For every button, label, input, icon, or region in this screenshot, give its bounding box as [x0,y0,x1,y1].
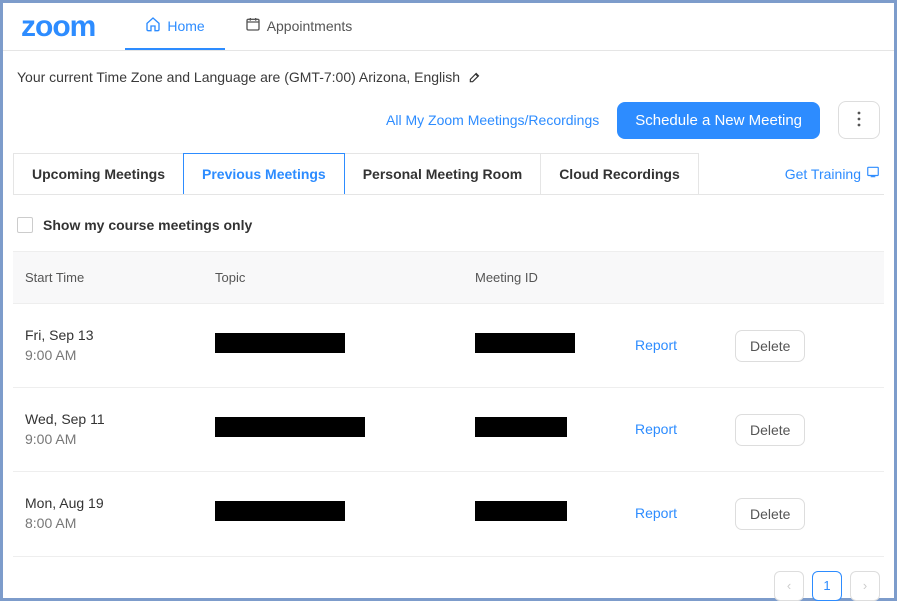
cell-start-time: Wed, Sep 11 9:00 AM [25,410,215,449]
redacted-meeting-id [475,417,567,437]
report-link[interactable]: Report [635,505,677,521]
table-row: Fri, Sep 13 9:00 AM Report Delete [13,304,884,388]
cell-topic [215,501,475,526]
meeting-subtabs: Upcoming Meetings Previous Meetings Pers… [13,153,884,195]
calendar-icon [245,16,261,35]
get-training-label: Get Training [785,166,861,182]
meeting-date: Fri, Sep 13 [25,326,215,346]
cell-meeting-id [475,417,635,442]
tab-upcoming-meetings[interactable]: Upcoming Meetings [13,153,184,194]
filter-row: Show my course meetings only [13,195,884,251]
tab-personal-meeting-room[interactable]: Personal Meeting Room [344,153,541,194]
page-next-button[interactable]: › [850,571,880,601]
edit-icon[interactable] [468,70,482,84]
meeting-date: Mon, Aug 19 [25,494,215,514]
chevron-left-icon: ‹ [787,578,791,593]
report-link[interactable]: Report [635,337,677,353]
schedule-meeting-button[interactable]: Schedule a New Meeting [617,102,820,139]
nav-tab-home[interactable]: Home [125,3,224,50]
nav-tabs: Home Appointments [125,3,372,50]
tab-cloud-recordings[interactable]: Cloud Recordings [540,153,699,194]
zoom-logo: zoom [21,10,95,44]
table-row: Mon, Aug 19 8:00 AM Report Delete [13,472,884,556]
delete-button[interactable]: Delete [735,498,805,530]
pagination: ‹ 1 › [13,557,884,615]
all-meetings-link[interactable]: All My Zoom Meetings/Recordings [386,112,599,128]
nav-tab-appointments[interactable]: Appointments [225,3,373,50]
col-start-time: Start Time [25,270,215,285]
meetings-table-header: Start Time Topic Meeting ID [13,251,884,304]
course-only-checkbox[interactable] [17,217,33,233]
cell-topic [215,417,475,442]
cell-start-time: Mon, Aug 19 8:00 AM [25,494,215,533]
chevron-right-icon: › [863,578,867,593]
cell-topic [215,333,475,358]
col-meeting-id: Meeting ID [475,270,635,285]
nav-tab-home-label: Home [167,18,204,34]
cell-start-time: Fri, Sep 13 9:00 AM [25,326,215,365]
redacted-topic [215,501,345,521]
timezone-language-info: Your current Time Zone and Language are … [13,51,884,91]
col-topic: Topic [215,270,475,285]
kebab-icon [852,111,866,130]
report-link[interactable]: Report [635,421,677,437]
cell-meeting-id [475,501,635,526]
actions-row: All My Zoom Meetings/Recordings Schedule… [13,91,884,153]
cell-meeting-id [475,333,635,358]
delete-button[interactable]: Delete [735,414,805,446]
page-prev-button[interactable]: ‹ [774,571,804,601]
get-training-link[interactable]: Get Training [785,165,884,182]
more-options-button[interactable] [838,101,880,139]
timezone-language-text: Your current Time Zone and Language are … [17,69,460,85]
page-number-button[interactable]: 1 [812,571,842,601]
nav-tab-appointments-label: Appointments [267,18,353,34]
meeting-time: 9:00 AM [25,430,215,450]
meeting-time: 8:00 AM [25,514,215,534]
meeting-time: 9:00 AM [25,346,215,366]
home-icon [145,16,161,35]
table-row: Wed, Sep 11 9:00 AM Report Delete [13,388,884,472]
redacted-topic [215,417,365,437]
course-only-label: Show my course meetings only [43,217,252,233]
training-icon [866,165,880,182]
meeting-date: Wed, Sep 11 [25,410,215,430]
delete-button[interactable]: Delete [735,330,805,362]
tab-previous-meetings[interactable]: Previous Meetings [183,153,345,194]
redacted-topic [215,333,345,353]
redacted-meeting-id [475,501,567,521]
top-nav: zoom Home Appointments [3,3,894,51]
redacted-meeting-id [475,333,575,353]
